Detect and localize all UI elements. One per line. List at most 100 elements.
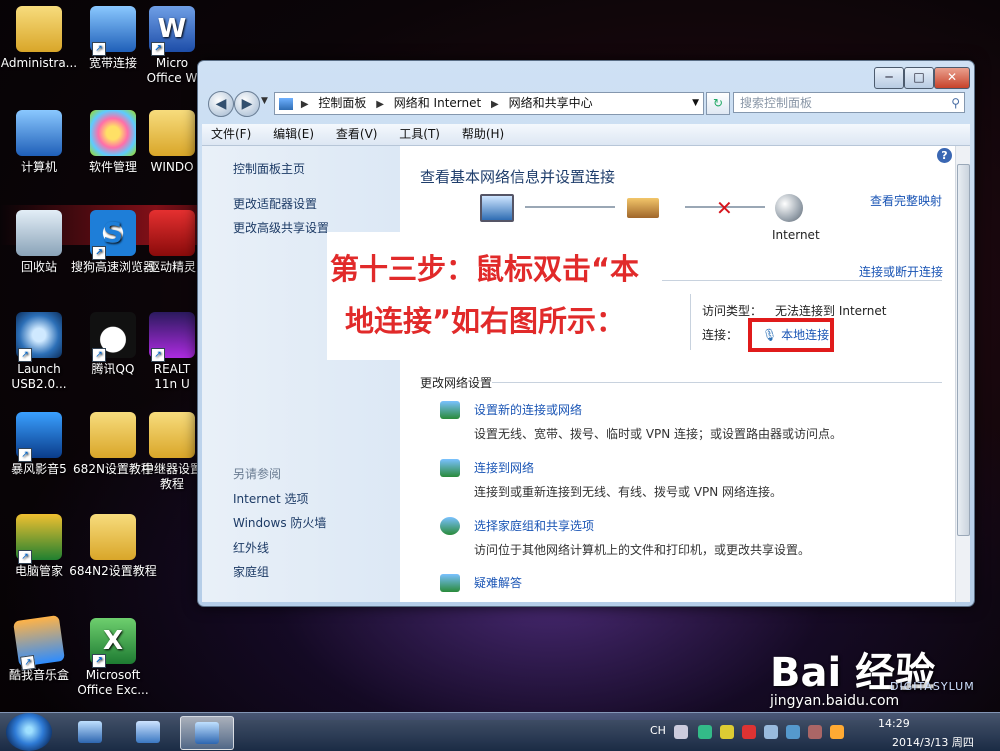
setup-new-connection-link[interactable]: 设置新的连接或网络 bbox=[474, 401, 582, 418]
forward-button[interactable]: ▶ bbox=[234, 91, 260, 117]
taskbar-explorer-button[interactable] bbox=[64, 716, 116, 748]
address-bar[interactable]: ▶ 控制面板 ▶ 网络和 Internet ▶ 网络和共享中心 ▼ bbox=[274, 92, 704, 115]
menu-bar: 文件(F) 编辑(E) 查看(V) 工具(T) 帮助(H) bbox=[202, 124, 970, 146]
minimize-button[interactable]: ─ bbox=[874, 67, 904, 89]
back-button[interactable]: ◀ bbox=[208, 91, 234, 117]
see-also-internet-options[interactable]: Internet 选项 bbox=[233, 490, 308, 507]
nav-change-advanced-sharing[interactable]: 更改高级共享设置 bbox=[233, 219, 329, 236]
tray-usb-icon[interactable] bbox=[786, 725, 800, 739]
desktop-icon-windows-folder[interactable]: WINDO bbox=[142, 110, 202, 175]
folder-icon bbox=[149, 110, 195, 156]
nav-control-panel-home[interactable]: 控制面板主页 bbox=[233, 160, 305, 177]
menu-view[interactable]: 查看(V) bbox=[327, 124, 387, 145]
taskbar: CH 14:29 2014/3/13 周四 bbox=[0, 712, 1000, 751]
troubleshoot-link[interactable]: 疑难解答 bbox=[474, 574, 522, 591]
system-tray: CH 14:29 2014/3/13 周四 bbox=[650, 713, 990, 751]
folder-icon bbox=[90, 412, 136, 458]
user-folder-icon bbox=[16, 6, 62, 52]
homegroup-sharing-link[interactable]: 选择家庭组和共享选项 bbox=[474, 517, 594, 534]
connect-to-network-desc: 连接到或重新连接到无线、有线、拨号或 VPN 网络连接。 bbox=[474, 485, 783, 499]
close-button[interactable]: ✕ bbox=[934, 67, 970, 89]
view-full-map-link[interactable]: 查看完整映射 bbox=[870, 192, 942, 209]
broadband-connection-icon: ↗ bbox=[90, 6, 136, 56]
network-setup-icon bbox=[440, 401, 460, 419]
tray-app-icon[interactable] bbox=[698, 725, 712, 739]
address-row: ◀ ▶ ▼ ▶ 控制面板 ▶ 网络和 Internet ▶ 网络和共享中心 ▼ … bbox=[206, 90, 966, 117]
see-also-heading: 另请参阅 bbox=[233, 467, 282, 481]
search-icon[interactable]: ⚲ bbox=[951, 93, 960, 114]
desktop-icon-excel[interactable]: X ↗ Microsoft Office Exc... bbox=[68, 618, 158, 698]
internet-globe-icon[interactable] bbox=[775, 194, 803, 222]
change-settings-heading: 更改网络设置 bbox=[420, 376, 493, 390]
desktop-icon-driver-genius[interactable]: 驱动精灵 bbox=[142, 210, 202, 275]
baofeng-player-icon: ↗ bbox=[16, 412, 62, 462]
tray-alert-icon[interactable] bbox=[742, 725, 756, 739]
desktop-icon-684n2-folder[interactable]: 684N2设置教程 bbox=[68, 514, 158, 579]
connect-to-network-link[interactable]: 连接到网络 bbox=[474, 459, 534, 476]
taskbar-control-panel-button[interactable] bbox=[180, 716, 234, 750]
software-manager-icon bbox=[90, 110, 136, 156]
see-also-infrared[interactable]: 红外线 bbox=[233, 539, 269, 556]
scrollbar-thumb[interactable] bbox=[957, 164, 970, 536]
maximize-button[interactable]: □ bbox=[904, 67, 934, 89]
setup-new-connection-desc: 设置无线、宽带、拨号、临时或 VPN 连接；或设置路由器或访问点。 bbox=[474, 427, 843, 441]
recent-pages-chevron-icon[interactable]: ▼ bbox=[261, 96, 268, 106]
network-bench-icon[interactable] bbox=[627, 198, 659, 218]
language-indicator[interactable]: CH bbox=[650, 724, 666, 737]
local-connection-highlight-box bbox=[748, 318, 834, 352]
clock-time[interactable]: 14:29 bbox=[878, 717, 910, 730]
tutorial-text-line2: 地连接”如右图所示： bbox=[345, 304, 626, 338]
watermark-tag: DIGITASYLUM bbox=[890, 680, 975, 693]
breadcrumb-control-panel[interactable]: 控制面板 bbox=[318, 93, 366, 114]
homegroup-sharing-desc: 访问位于其他网络计算机上的文件和打印机，或更改共享设置。 bbox=[474, 543, 811, 557]
pc-manager-icon: ↗ bbox=[16, 514, 62, 564]
see-also-windows-firewall[interactable]: Windows 防火墙 bbox=[233, 514, 326, 531]
computer-icon[interactable] bbox=[480, 194, 514, 222]
see-also-homegroup[interactable]: 家庭组 bbox=[233, 563, 269, 580]
menu-file[interactable]: 文件(F) bbox=[202, 124, 260, 145]
troubleshoot-icon bbox=[440, 574, 460, 592]
start-button[interactable] bbox=[6, 713, 52, 751]
clock-date[interactable]: 2014/3/13 周四 bbox=[892, 734, 974, 750]
internet-label: Internet bbox=[772, 228, 820, 242]
desktop-icon-realtek[interactable]: ↗ REALT 11n U bbox=[142, 312, 202, 392]
computer-icon bbox=[78, 721, 102, 743]
address-dropdown-icon[interactable]: ▼ bbox=[692, 93, 699, 114]
help-icon[interactable]: ? bbox=[937, 148, 952, 163]
page-title: 查看基本网络信息并设置连接 bbox=[420, 168, 616, 186]
tutorial-text-line1: 第十三步：鼠标双击“本 bbox=[330, 252, 640, 286]
search-input[interactable]: 搜索控制面板 ⚲ bbox=[733, 92, 965, 113]
tray-sogou-icon[interactable] bbox=[808, 725, 822, 739]
sogou-browser-icon: S ↗ bbox=[90, 210, 136, 260]
tray-bulb-icon[interactable] bbox=[830, 725, 844, 739]
control-panel-icon bbox=[279, 97, 293, 110]
menu-tools[interactable]: 工具(T) bbox=[390, 124, 449, 145]
word-icon: W ↗ bbox=[149, 6, 195, 56]
breadcrumb-network-sharing-center[interactable]: 网络和共享中心 bbox=[509, 93, 593, 114]
tray-network-icon[interactable] bbox=[764, 725, 778, 739]
homegroup-icon bbox=[440, 517, 460, 535]
connect-disconnect-link[interactable]: 连接或断开连接 bbox=[859, 263, 943, 280]
window-content: 控制面板主页 更改适配器设置 更改高级共享设置 另请参阅 Internet 选项… bbox=[202, 146, 970, 602]
watermark-url: jingyan.baidu.com bbox=[770, 693, 900, 709]
shield-icon[interactable] bbox=[720, 725, 734, 739]
tutorial-step-overlay: 第十三步：鼠标双击“本 地连接”如右图所示： bbox=[327, 232, 662, 360]
taskbar-desktop-button[interactable] bbox=[122, 716, 174, 748]
control-panel-icon bbox=[195, 722, 219, 744]
desktop-icon-word[interactable]: W ↗ Micro Office W bbox=[142, 6, 202, 86]
menu-edit[interactable]: 编辑(E) bbox=[264, 124, 323, 145]
access-type-label: 访问类型： bbox=[702, 304, 763, 318]
connect-network-icon bbox=[440, 459, 460, 477]
recycle-bin-icon bbox=[16, 210, 62, 256]
menu-help[interactable]: 帮助(H) bbox=[453, 124, 513, 145]
realtek-icon: ↗ bbox=[149, 312, 195, 362]
excel-icon: X ↗ bbox=[90, 618, 136, 668]
breadcrumb-network-internet[interactable]: 网络和 Internet bbox=[394, 93, 481, 114]
keyboard-icon[interactable] bbox=[674, 725, 688, 739]
nav-change-adapter-settings[interactable]: 更改适配器设置 bbox=[233, 195, 317, 212]
desktop-icon-repeater-folder[interactable]: 中继器设置教程 bbox=[142, 412, 202, 492]
refresh-button[interactable]: ↻ bbox=[706, 92, 730, 115]
vertical-scrollbar[interactable] bbox=[955, 146, 970, 602]
driver-genius-icon bbox=[149, 210, 195, 256]
monitor-icon bbox=[136, 721, 160, 743]
